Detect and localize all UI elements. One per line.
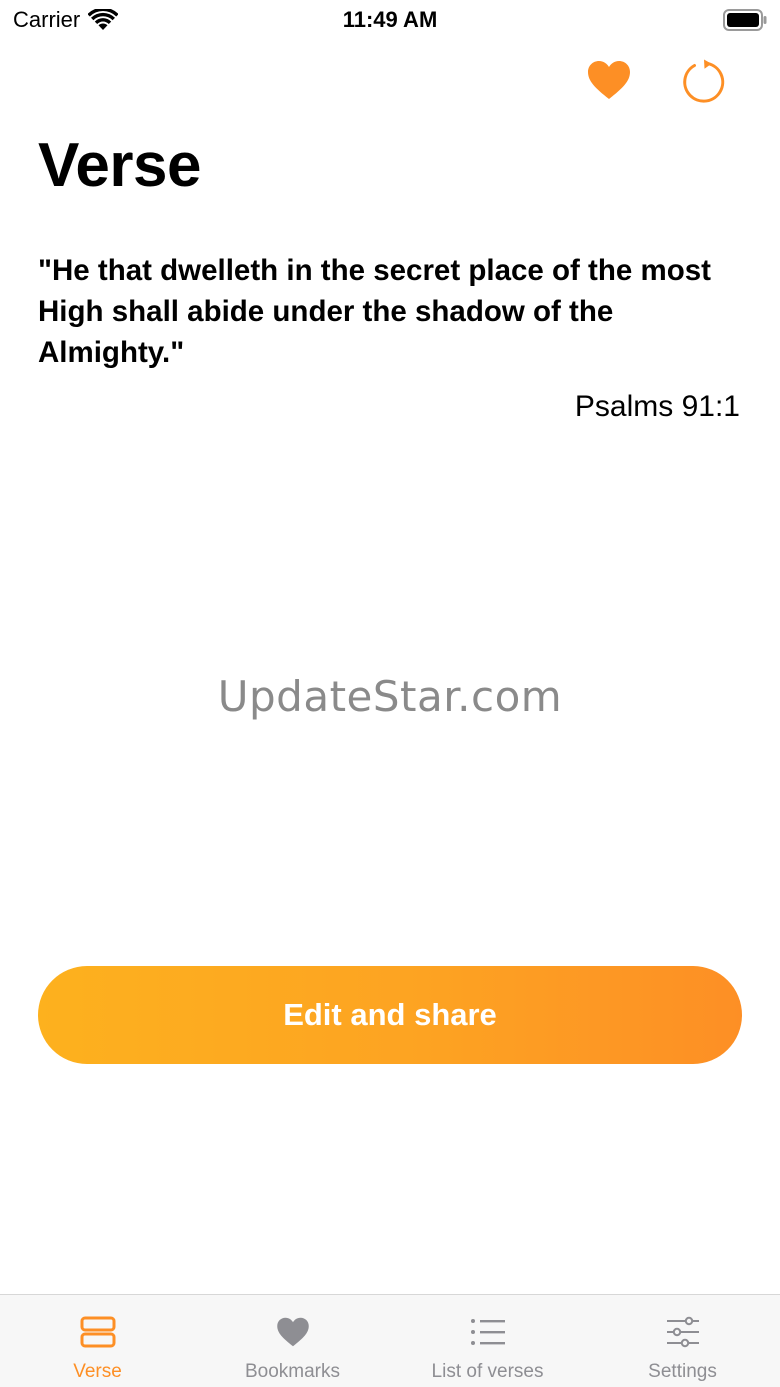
tab-settings[interactable]: Settings bbox=[585, 1295, 780, 1387]
tab-bookmarks[interactable]: Bookmarks bbox=[195, 1295, 390, 1387]
tab-label: Bookmarks bbox=[244, 1361, 341, 1382]
refresh-icon bbox=[683, 59, 725, 103]
verse-card-icon bbox=[80, 1316, 115, 1348]
tab-label: Settings bbox=[648, 1361, 717, 1382]
list-icon bbox=[470, 1319, 505, 1345]
status-time: 11:49 AM bbox=[342, 7, 438, 32]
tab-list-of-verses[interactable]: List of verses bbox=[390, 1295, 585, 1387]
refresh-verse-button[interactable] bbox=[680, 58, 726, 104]
edit-and-share-button[interactable]: Edit and share bbox=[38, 966, 742, 1064]
verse-reference: Psalms 91:1 bbox=[574, 390, 740, 423]
heart-icon bbox=[276, 1317, 309, 1347]
watermark-text: UpdateStar.com bbox=[217, 672, 563, 721]
status-bar: Carrier 11:49 AM bbox=[0, 0, 780, 40]
verse-screen: Carrier 11:49 AM Verse "He that dwelleth… bbox=[0, 0, 780, 1387]
battery-icon bbox=[723, 9, 767, 31]
verse-text: "He that dwelleth in the secret place of… bbox=[38, 254, 711, 369]
bookmark-verse-button[interactable] bbox=[586, 57, 632, 103]
tab-bar: Verse Bookmarks List of verses Settings bbox=[0, 1294, 780, 1387]
heart-icon bbox=[588, 61, 630, 99]
tab-label: List of verses bbox=[431, 1361, 544, 1382]
page-title: Verse bbox=[38, 131, 202, 200]
tab-verse[interactable]: Verse bbox=[0, 1295, 195, 1387]
sliders-icon bbox=[666, 1316, 699, 1348]
tab-label: Verse bbox=[73, 1361, 122, 1382]
